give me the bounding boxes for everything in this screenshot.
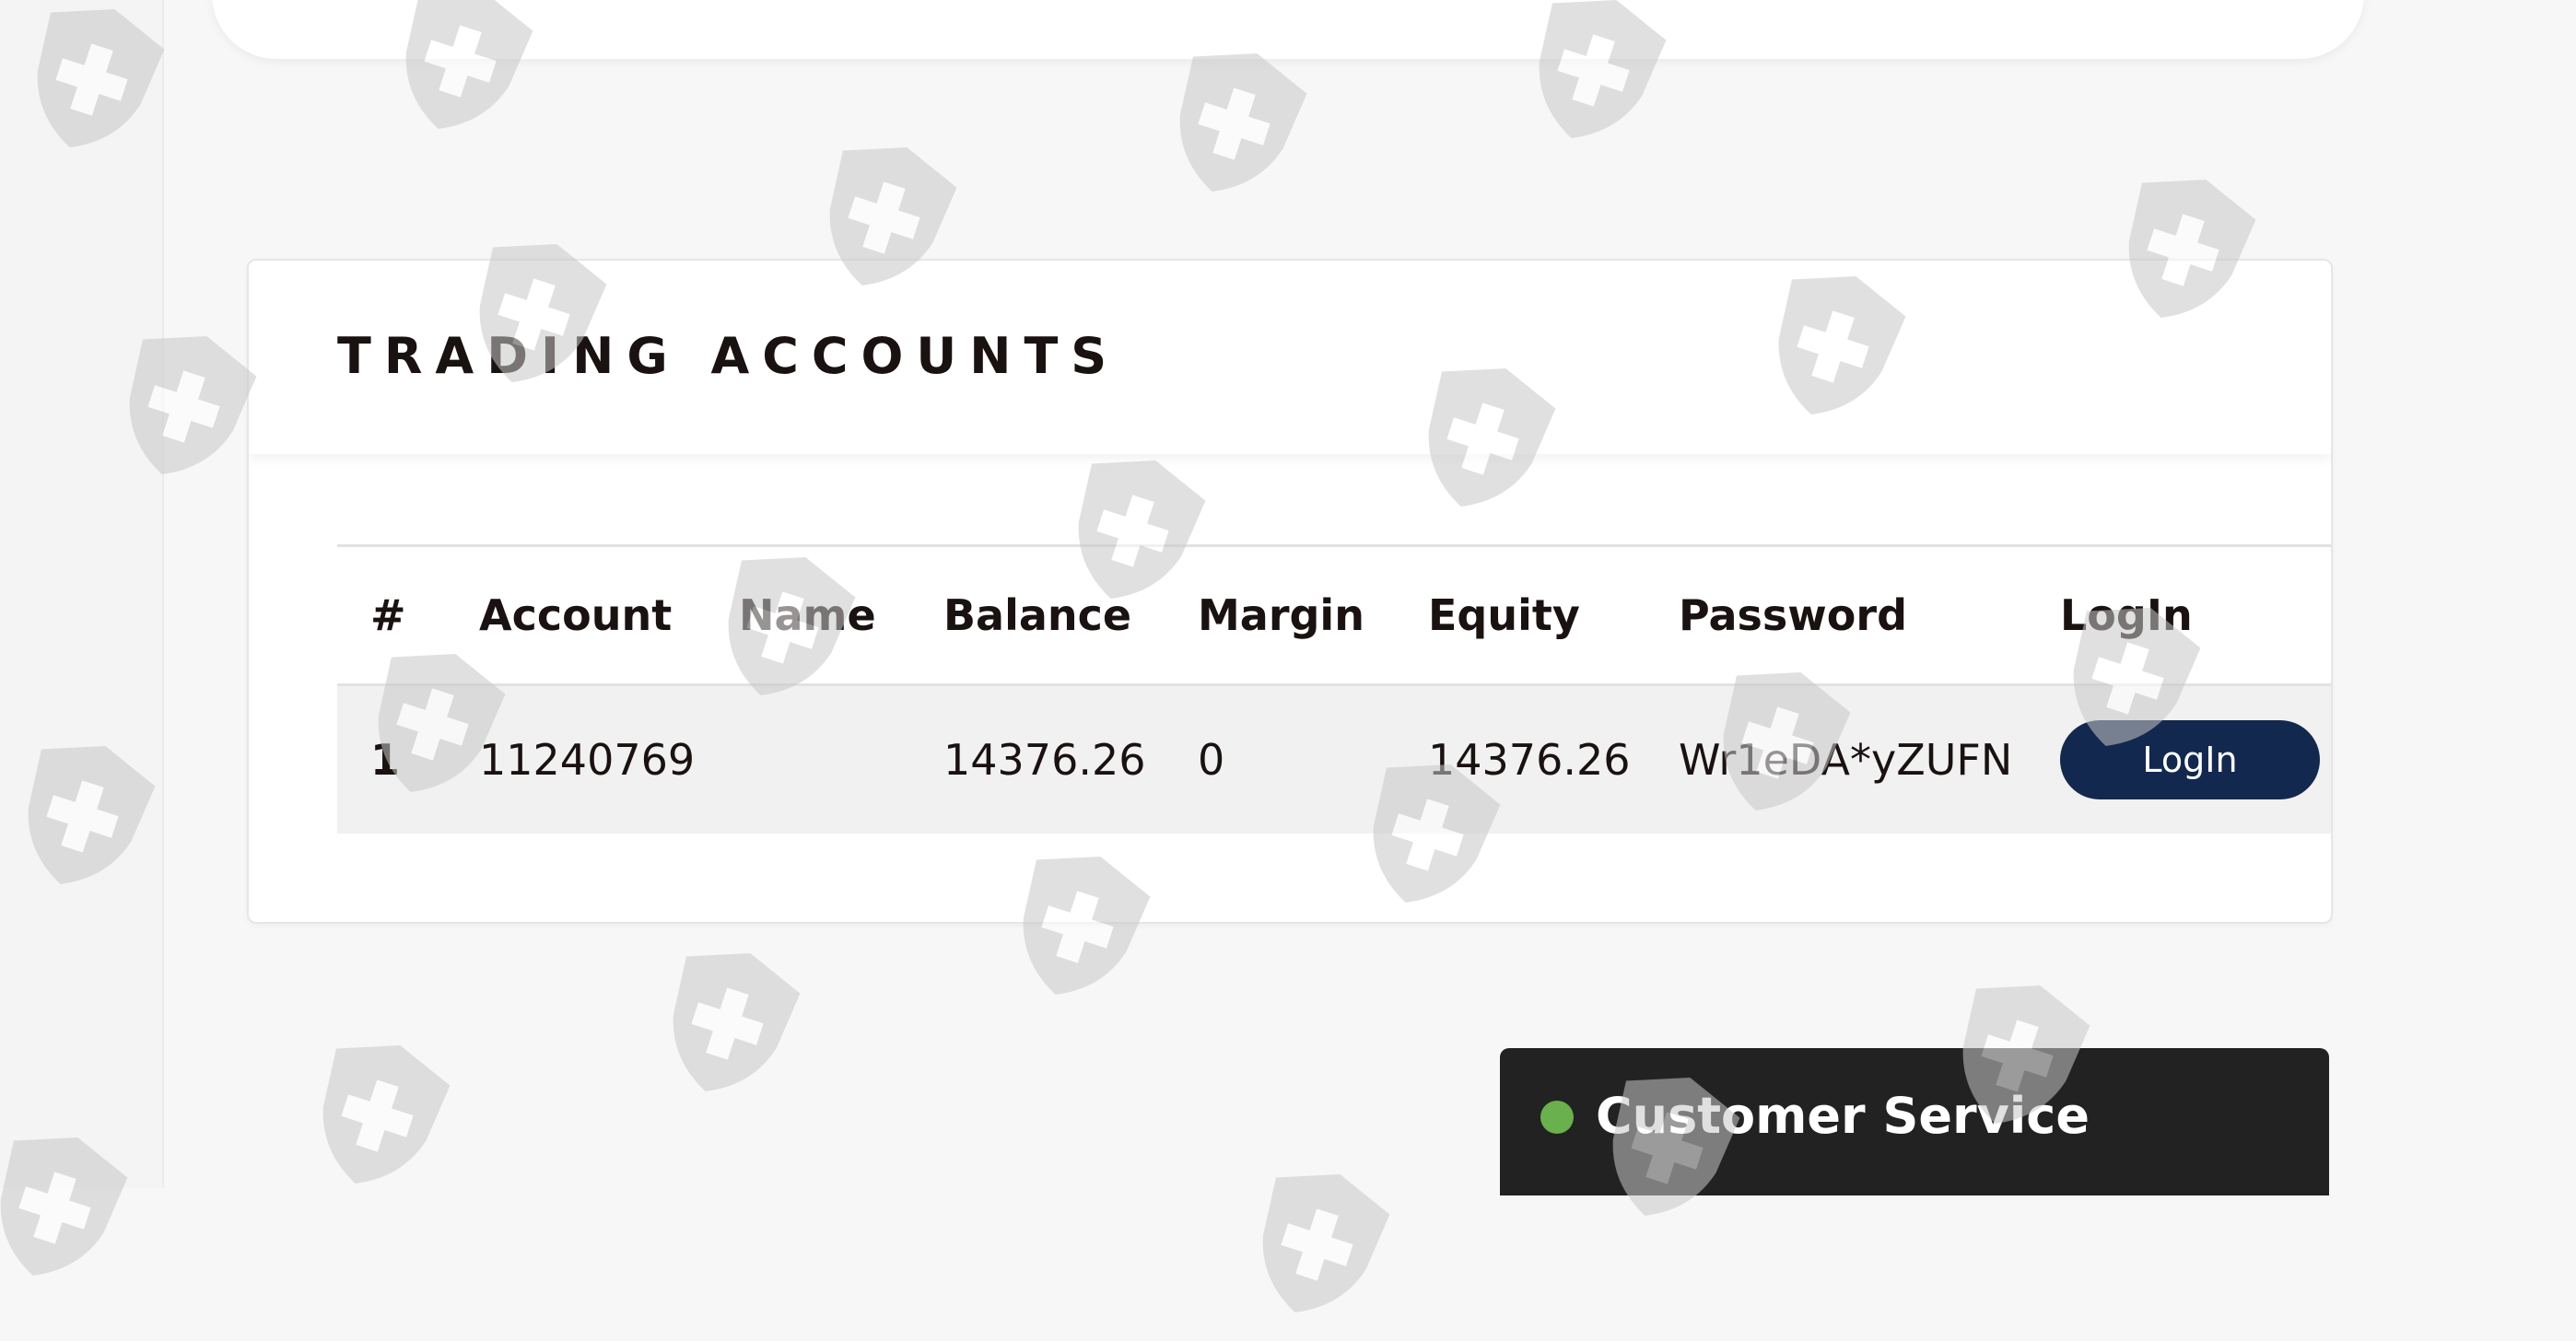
previous-card <box>212 0 2364 59</box>
cell-margin: 0 <box>1198 735 1225 785</box>
column-header-equity: Equity <box>1428 590 1580 640</box>
shield-cross-icon <box>322 1045 451 1184</box>
shield-cross-icon <box>1262 1174 1390 1312</box>
cell-login: LogIn <box>2060 686 2320 834</box>
column-header-index: # <box>370 590 406 640</box>
table-row: 1 11240769 14376.26 0 14376.26 Wr1eDA*yZ… <box>337 686 2331 834</box>
online-status-dot <box>1540 1101 1574 1134</box>
column-header-account: Account <box>479 590 673 640</box>
customer-service-label: Customer Service <box>1596 1087 2090 1145</box>
cell-balance: 14376.26 <box>943 735 1146 785</box>
column-header-password: Password <box>1679 590 1907 640</box>
customer-service-widget[interactable]: Customer Service <box>1500 1048 2329 1195</box>
sidebar-strip <box>0 0 164 1188</box>
cell-index: 1 <box>370 735 401 785</box>
shield-cross-icon <box>673 953 801 1091</box>
trading-accounts-card: TRADING ACCOUNTS # Account Name Balance … <box>247 259 2333 924</box>
cell-password: Wr1eDA*yZUFN <box>1679 735 2013 785</box>
card-title: TRADING ACCOUNTS <box>337 327 1120 385</box>
cell-equity: 14376.26 <box>1428 735 1631 785</box>
card-header: TRADING ACCOUNTS <box>249 261 2331 454</box>
column-header-login: LogIn <box>2060 590 2193 640</box>
accounts-table: # Account Name Balance Margin Equity Pas… <box>337 544 2331 834</box>
column-header-margin: Margin <box>1198 590 1364 640</box>
column-header-balance: Balance <box>943 590 1132 640</box>
table-header-row: # Account Name Balance Margin Equity Pas… <box>337 544 2331 686</box>
login-button[interactable]: LogIn <box>2060 720 2320 799</box>
column-header-name: Name <box>739 590 876 640</box>
cell-account: 11240769 <box>479 735 696 785</box>
